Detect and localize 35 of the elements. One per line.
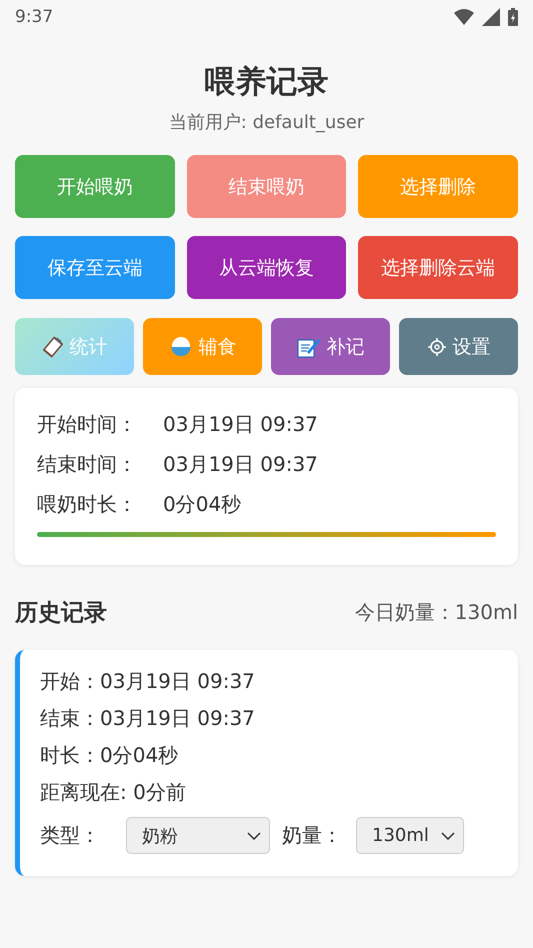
battery-icon xyxy=(508,8,518,26)
field-label: 喂奶时长： xyxy=(37,491,138,518)
field-label: 开始时间： xyxy=(37,411,138,438)
amount-label: 奶量： xyxy=(282,822,342,849)
action-button[interactable]: 从云端恢复 xyxy=(186,236,346,299)
type-select[interactable]: 奶粉 xyxy=(126,817,270,854)
field-label: 结束时间： xyxy=(37,451,138,478)
action-button[interactable]: 保存至云端 xyxy=(15,236,175,299)
chevron-down-icon xyxy=(441,832,455,840)
today-amount: 今日奶量：130ml xyxy=(354,599,518,626)
tool-button[interactable]: 辅食 xyxy=(143,318,262,375)
rice-bowl-icon xyxy=(168,336,192,358)
record-line: 结束：03月19日 09:37 xyxy=(40,705,256,732)
record-line: 距离现在: 0分前 xyxy=(40,779,187,806)
type-label: 类型： xyxy=(40,822,100,849)
section-title: 历史记录 xyxy=(15,599,107,628)
tool-button[interactable]: 补记 xyxy=(271,318,390,375)
chevron-down-icon xyxy=(247,832,261,840)
record-line: 时长：0分04秒 xyxy=(40,742,180,769)
page-title: 喂养记录 xyxy=(204,63,330,102)
action-button[interactable]: 选择删除云端 xyxy=(358,236,518,299)
current-user: 当前用户: default_user xyxy=(168,111,366,134)
field-value: 03月19日 09:37 xyxy=(163,451,318,478)
action-button[interactable]: 开始喂奶 xyxy=(15,155,175,218)
action-button[interactable]: 结束喂奶 xyxy=(186,155,346,218)
signal-icon xyxy=(482,8,500,26)
tool-button[interactable]: 设置 xyxy=(399,318,518,375)
amount-select[interactable]: 130ml xyxy=(356,817,464,854)
record-line: 开始：03月19日 09:37 xyxy=(40,668,256,695)
action-button[interactable]: 选择删除 xyxy=(358,155,518,218)
settings-icon xyxy=(426,336,446,356)
field-value: 0分04秒 xyxy=(163,491,242,518)
wifi-icon xyxy=(454,9,474,25)
status-time: 9:37 xyxy=(15,7,54,27)
field-value: 03月19日 09:37 xyxy=(163,411,318,438)
